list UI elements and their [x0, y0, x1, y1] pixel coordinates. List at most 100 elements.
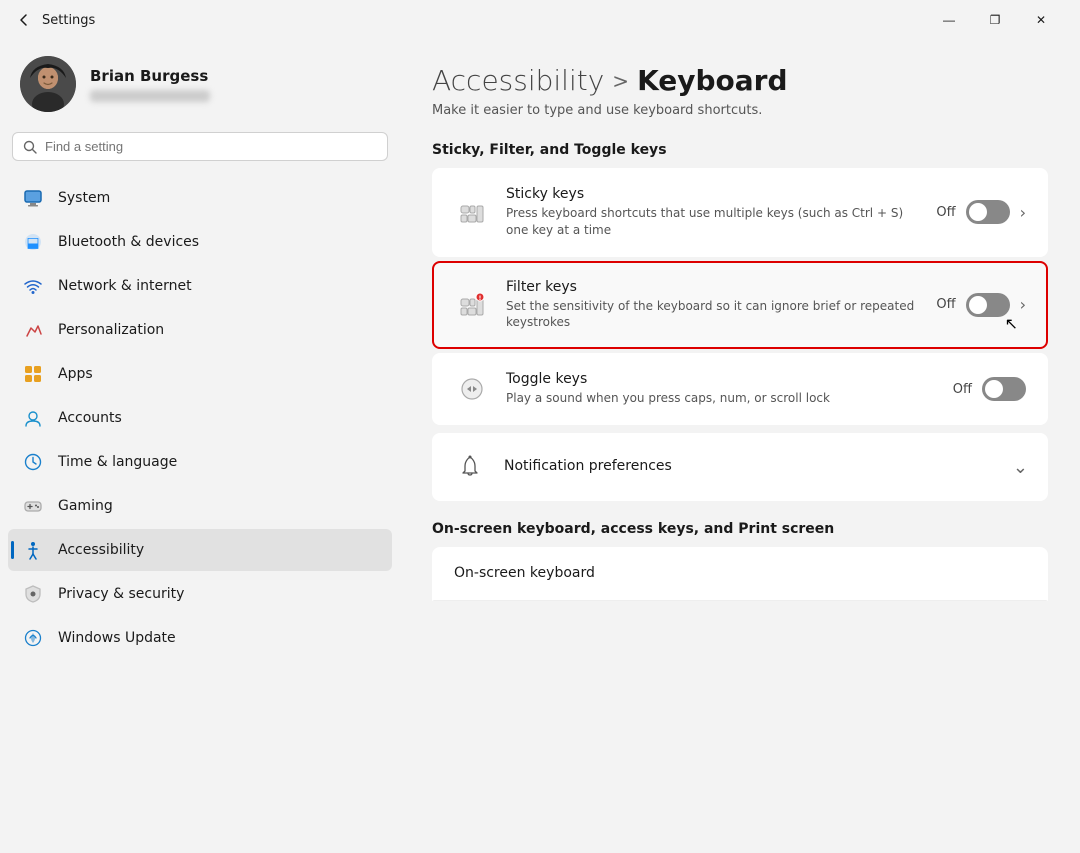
sticky-keys-status: Off [936, 205, 955, 220]
toggle-keys-name: Toggle keys [506, 371, 937, 387]
filter-keys-name: Filter keys [506, 279, 920, 295]
filter-keys-chevron: › [1020, 295, 1026, 314]
toggle-keys-icon [454, 371, 490, 407]
sidebar-label-windows-update: Windows Update [58, 630, 176, 646]
sticky-keys-name: Sticky keys [506, 186, 920, 202]
sidebar-label-bluetooth: Bluetooth & devices [58, 234, 199, 250]
toggle-keys-desc: Play a sound when you press caps, num, o… [506, 390, 937, 407]
sidebar-label-gaming: Gaming [58, 498, 113, 514]
filter-keys-toggle[interactable] [966, 293, 1010, 317]
sidebar-item-bluetooth[interactable]: ⬓ Bluetooth & devices [8, 221, 392, 263]
filter-keys-card[interactable]: ! Filter keys Set the sensitivity of the… [432, 261, 1048, 350]
sidebar-item-windows-update[interactable]: Windows Update [8, 617, 392, 659]
sidebar-item-system[interactable]: System [8, 177, 392, 219]
breadcrumb-current: Keyboard [637, 64, 787, 97]
privacy-icon [22, 583, 44, 605]
sidebar-item-privacy[interactable]: Privacy & security [8, 573, 392, 615]
notification-expand-chevron: ⌄ [1013, 457, 1028, 478]
sticky-keys-chevron: › [1020, 203, 1026, 222]
filter-keys-text: Filter keys Set the sensitivity of the k… [506, 279, 920, 332]
search-box[interactable] [12, 132, 388, 161]
sidebar-item-gaming[interactable]: Gaming [8, 485, 392, 527]
sidebar-label-time: Time & language [58, 454, 177, 470]
breadcrumb-parent[interactable]: Accessibility [432, 64, 604, 97]
sidebar-label-network: Network & internet [58, 278, 192, 294]
sidebar-label-accounts: Accounts [58, 410, 122, 426]
gaming-icon [22, 495, 44, 517]
window-controls: — ❐ ✕ [926, 4, 1064, 36]
onscreen-keyboard-text: On-screen keyboard [454, 565, 1026, 584]
sidebar: Brian Burgess Syst [0, 40, 400, 853]
section-title-onscreen: On-screen keyboard, access keys, and Pri… [432, 521, 1048, 537]
toggle-keys-toggle[interactable] [982, 377, 1026, 401]
user-info: Brian Burgess [90, 67, 210, 102]
onscreen-keyboard-section: On-screen keyboard, access keys, and Pri… [432, 521, 1048, 601]
sidebar-label-accessibility: Accessibility [58, 542, 144, 558]
notification-pref-text: Notification preferences [504, 458, 997, 477]
toggle-keys-status: Off [953, 382, 972, 397]
search-input[interactable] [45, 139, 377, 154]
user-name: Brian Burgess [90, 67, 210, 85]
apps-icon [22, 363, 44, 385]
notification-section: Notification preferences ⌄ [432, 433, 1048, 501]
sticky-keys-controls: Off › [936, 200, 1026, 224]
notification-icon [452, 449, 488, 485]
avatar [20, 56, 76, 112]
notification-preferences-card[interactable]: Notification preferences ⌄ [432, 433, 1048, 501]
notification-pref-name: Notification preferences [504, 458, 997, 474]
avatar-image [20, 56, 76, 112]
main-content: Accessibility > Keyboard Make it easier … [400, 40, 1080, 853]
filter-keys-icon: ! [454, 287, 490, 323]
search-icon [23, 140, 37, 154]
toggle-keys-text: Toggle keys Play a sound when you press … [506, 371, 937, 407]
accounts-icon [22, 407, 44, 429]
sidebar-item-apps[interactable]: Apps [8, 353, 392, 395]
sticky-keys-icon [454, 194, 490, 230]
title-bar-left: Settings [16, 12, 926, 28]
user-profile[interactable]: Brian Burgess [8, 40, 392, 132]
filter-keys-toggle-knob [969, 296, 987, 314]
sticky-keys-toggle-knob [969, 203, 987, 221]
personalization-icon [22, 319, 44, 341]
sidebar-nav: System ⬓ Bluetooth & devices [8, 177, 392, 661]
sidebar-item-time[interactable]: Time & language [8, 441, 392, 483]
bluetooth-icon: ⬓ [22, 231, 44, 253]
user-email-blurred [90, 90, 210, 102]
system-icon [22, 187, 44, 209]
sticky-keys-desc: Press keyboard shortcuts that use multip… [506, 205, 920, 239]
breadcrumb-chevron: > [612, 69, 629, 93]
time-icon [22, 451, 44, 473]
back-icon[interactable] [16, 12, 32, 28]
sticky-keys-card[interactable]: Sticky keys Press keyboard shortcuts tha… [432, 168, 1048, 257]
sidebar-label-personalization: Personalization [58, 322, 164, 338]
sidebar-label-apps: Apps [58, 366, 93, 382]
sidebar-item-accounts[interactable]: Accounts [8, 397, 392, 439]
page-subtitle: Make it easier to type and use keyboard … [432, 103, 1048, 118]
app-title: Settings [42, 13, 95, 28]
filter-keys-controls: Off › [936, 293, 1026, 317]
sidebar-item-network[interactable]: Network & internet [8, 265, 392, 307]
update-icon [22, 627, 44, 649]
maximize-button[interactable]: ❐ [972, 4, 1018, 36]
toggle-keys-card[interactable]: Toggle keys Play a sound when you press … [432, 353, 1048, 425]
sticky-filter-toggle-section: Sticky, Filter, and Toggle keys Sticky k… [432, 142, 1048, 425]
minimize-button[interactable]: — [926, 4, 972, 36]
close-button[interactable]: ✕ [1018, 4, 1064, 36]
title-bar: Settings — ❐ ✕ [0, 0, 1080, 40]
sidebar-label-privacy: Privacy & security [58, 586, 184, 602]
sidebar-item-accessibility[interactable]: Accessibility [8, 529, 392, 571]
sidebar-label-system: System [58, 190, 110, 206]
toggle-keys-toggle-knob [985, 380, 1003, 398]
onscreen-keyboard-card[interactable]: On-screen keyboard [432, 547, 1048, 601]
toggle-keys-controls: Off [953, 377, 1026, 401]
notification-pref-right: ⌄ [1013, 457, 1028, 478]
sticky-keys-text: Sticky keys Press keyboard shortcuts tha… [506, 186, 920, 239]
filter-keys-status: Off [936, 297, 955, 312]
cursor-indicator: ↖ [1005, 314, 1018, 333]
network-icon [22, 275, 44, 297]
svg-text:⬓: ⬓ [26, 235, 39, 251]
sidebar-item-personalization[interactable]: Personalization [8, 309, 392, 351]
section-title-sticky-filter: Sticky, Filter, and Toggle keys [432, 142, 1048, 158]
sticky-keys-toggle[interactable] [966, 200, 1010, 224]
app-body: Brian Burgess Syst [0, 40, 1080, 853]
